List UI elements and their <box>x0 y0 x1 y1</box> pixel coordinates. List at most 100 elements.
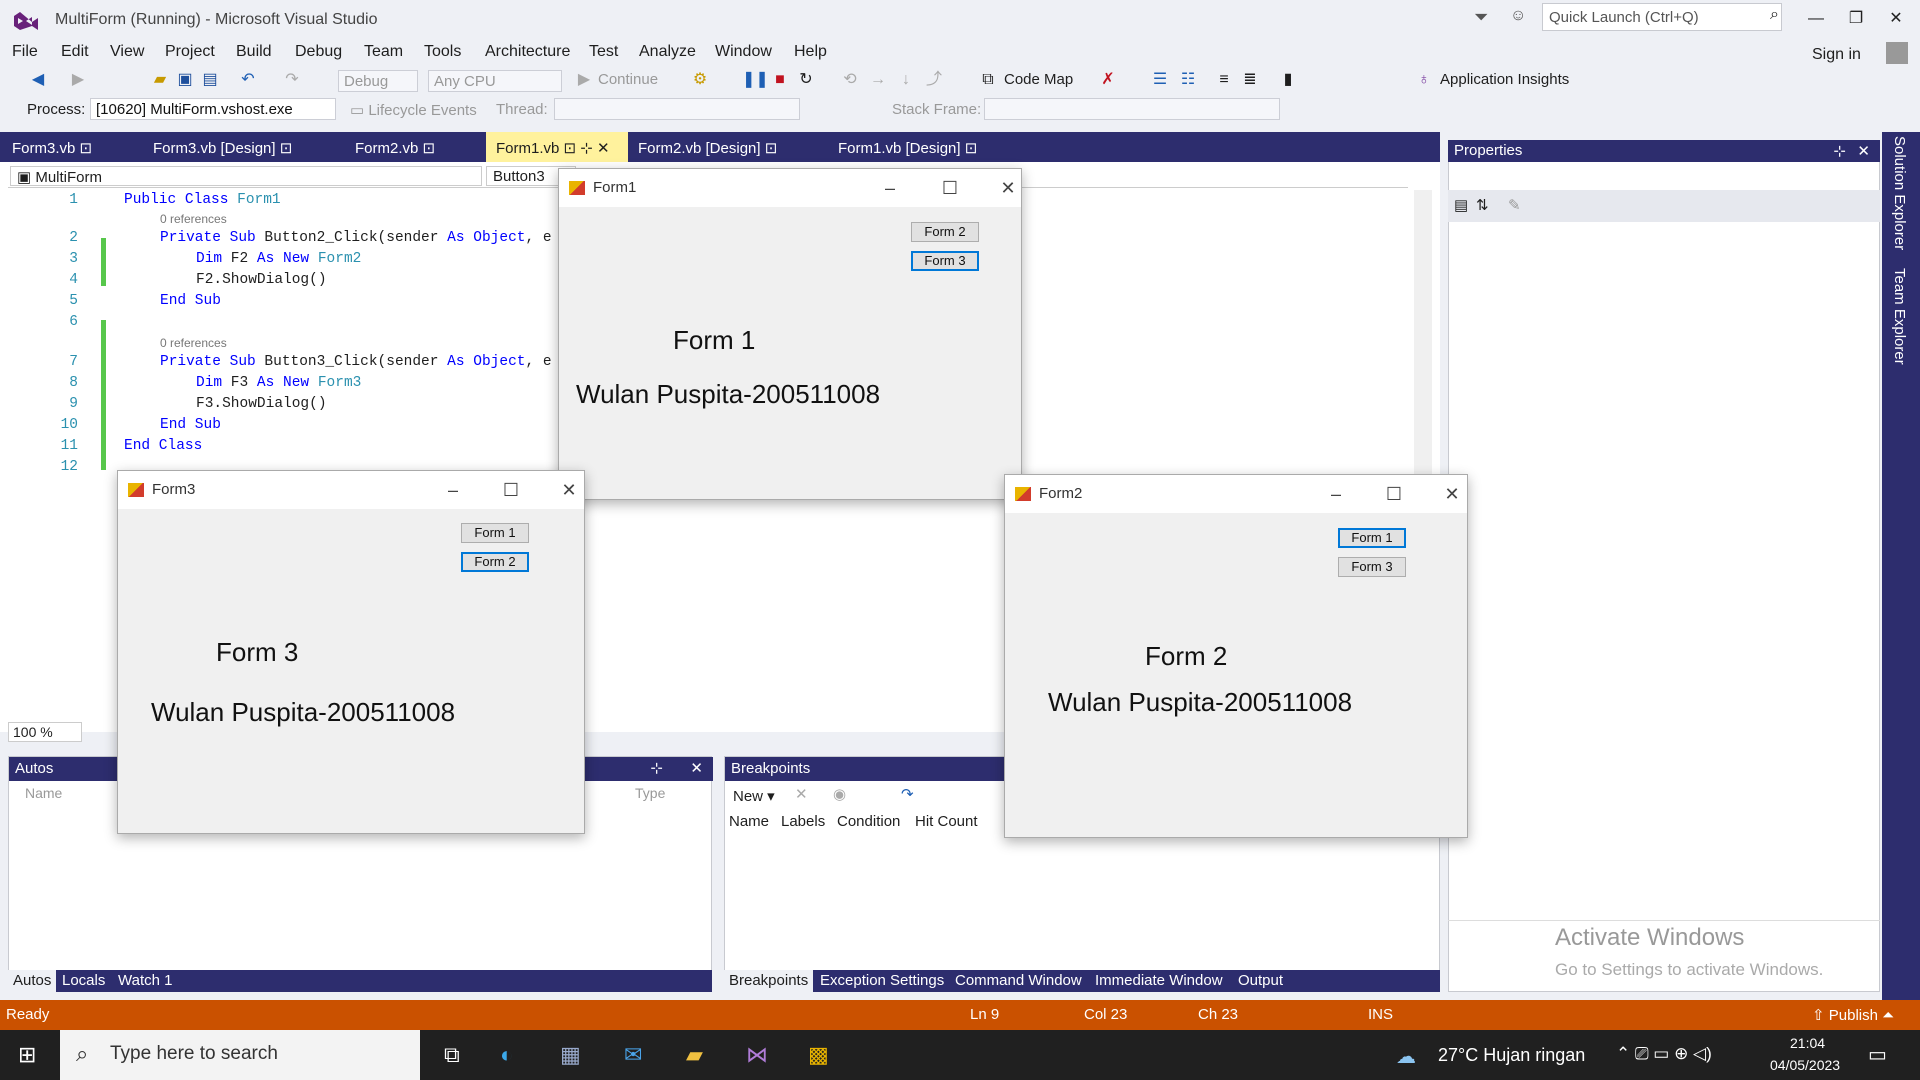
minimize-button[interactable]: – <box>873 175 907 201</box>
project-select[interactable]: ▣ MultiForm <box>10 166 482 186</box>
close-button[interactable]: ✕ <box>991 175 1025 201</box>
column-hit-count[interactable]: Hit Count <box>915 813 978 830</box>
close-button[interactable]: ✕ <box>1878 6 1914 32</box>
search-icon[interactable]: ⌕ <box>1770 6 1779 24</box>
store-icon[interactable]: ▦ <box>560 1042 581 1068</box>
bookmark-icon[interactable]: ▮ <box>1278 70 1298 90</box>
code-line[interactable]: F3.ShowDialog() <box>196 396 327 412</box>
back-icon[interactable]: ◀ <box>28 70 48 90</box>
form1-open-form2-button[interactable]: Form 2 <box>911 222 979 242</box>
sign-in-link[interactable]: Sign in <box>1812 46 1861 64</box>
menu-architecture[interactable]: Architecture <box>485 43 570 61</box>
code-lens[interactable]: 0 references <box>160 336 227 350</box>
open-folder-icon[interactable]: ▰ <box>150 70 170 90</box>
stack-frame-select[interactable] <box>984 98 1280 120</box>
menu-team[interactable]: Team <box>364 43 403 61</box>
tab-output[interactable]: Output <box>1238 972 1283 989</box>
menu-window[interactable]: Window <box>715 43 772 61</box>
form2-open-form1-button[interactable]: Form 1 <box>1338 528 1406 548</box>
tab-breakpoints[interactable]: Breakpoints <box>724 970 814 992</box>
code-line[interactable]: Private Sub Button3_Click(sender As Obje… <box>160 354 552 370</box>
undo-icon[interactable]: ↶ <box>238 70 258 90</box>
filter-icon[interactable]: ⏷ <box>1474 7 1488 28</box>
process-select[interactable]: [10620] MultiForm.vshost.exe <box>90 98 336 120</box>
form2-window[interactable]: Form2 – ☐ ✕ Form 1 Form 3 Form 2 Wulan P… <box>1004 474 1468 838</box>
file-explorer-icon[interactable]: ▰ <box>686 1042 703 1068</box>
tab-immediate-window[interactable]: Immediate Window <box>1095 972 1223 989</box>
clock-date[interactable]: 04/05/2023 <box>1770 1057 1840 1073</box>
code-line[interactable]: Dim F3 As New Form3 <box>196 375 361 391</box>
tab-team-explorer[interactable]: Team Explorer <box>1891 268 1908 365</box>
minimize-button[interactable]: — <box>1798 6 1834 32</box>
account-icon[interactable] <box>1886 42 1908 64</box>
notification-icon[interactable]: ▭ <box>1868 1042 1887 1067</box>
close-icon[interactable]: ✕ <box>690 759 703 777</box>
app-insights-button[interactable]: Application Insights <box>1440 71 1569 88</box>
task-view-icon[interactable]: ⧉ <box>444 1042 460 1068</box>
comment-icon[interactable]: ☰ <box>1150 70 1170 90</box>
step-into-icon[interactable]: → <box>868 70 888 90</box>
code-map-button[interactable]: Code Map <box>1004 71 1073 88</box>
tab-exception-settings[interactable]: Exception Settings <box>820 972 944 989</box>
menu-debug[interactable]: Debug <box>295 43 342 61</box>
thread-select[interactable] <box>554 98 800 120</box>
column-type[interactable]: Type <box>635 785 665 801</box>
categorized-icon[interactable]: ▤ <box>1454 196 1468 214</box>
close-button[interactable]: ✕ <box>552 477 586 503</box>
visual-studio-taskbar-icon[interactable]: ⋈ <box>746 1042 768 1068</box>
process-icon[interactable]: ⚙ <box>690 70 710 90</box>
code-line[interactable]: F2.ShowDialog() <box>196 272 327 288</box>
windows-start-icon[interactable]: ⊞ <box>18 1042 36 1068</box>
stop-icon[interactable]: ■ <box>770 70 790 90</box>
platform-select[interactable]: Any CPU <box>428 70 562 92</box>
mail-icon[interactable]: ✉ <box>624 1042 642 1068</box>
code-line[interactable]: Dim F2 As New Form2 <box>196 251 361 267</box>
menu-tools[interactable]: Tools <box>424 43 461 61</box>
maximize-button[interactable]: ☐ <box>933 175 967 201</box>
alphabetical-icon[interactable]: ⇅ <box>1476 196 1489 214</box>
column-labels[interactable]: Labels <box>781 813 825 830</box>
outdent-icon[interactable]: ≣ <box>1240 70 1260 90</box>
tab-form1-design[interactable]: Form1.vb [Design] ⊡ <box>828 132 987 162</box>
delete-icon[interactable]: ✕ <box>795 785 808 803</box>
restart-icon[interactable]: ↻ <box>796 70 816 90</box>
pause-icon[interactable]: ❚❚ <box>742 70 769 90</box>
tab-autos[interactable]: Autos <box>8 970 57 992</box>
maximize-button[interactable]: ☐ <box>494 477 528 503</box>
redo-icon[interactable]: ↷ <box>282 70 302 90</box>
close-icon[interactable]: ✕ <box>1857 142 1870 160</box>
menu-project[interactable]: Project <box>165 43 215 61</box>
lifecycle-events-button[interactable]: ▭ Lifecycle Events <box>350 101 477 119</box>
maximize-button[interactable]: ☐ <box>1377 481 1411 507</box>
restore-button[interactable]: ❐ <box>1838 6 1874 32</box>
weather-text[interactable]: 27°C Hujan ringan <box>1438 1045 1585 1066</box>
clock-time[interactable]: 21:04 <box>1790 1035 1825 1051</box>
code-line[interactable]: End Sub <box>160 293 221 309</box>
tab-form3-design[interactable]: Form3.vb [Design] ⊡ <box>143 132 302 162</box>
publish-button[interactable]: ⇧ Publish ⏶ <box>1812 1006 1894 1024</box>
menu-test[interactable]: Test <box>589 43 618 61</box>
pin-icon[interactable]: ⊹ <box>1833 142 1846 160</box>
save-all-icon[interactable]: ▤ <box>200 70 220 90</box>
step-over-icon[interactable]: ↓ <box>896 70 916 90</box>
feedback-icon[interactable]: ☺ <box>1510 7 1526 25</box>
menu-view[interactable]: View <box>110 43 144 61</box>
uncomment-icon[interactable]: ☷ <box>1178 70 1198 90</box>
diagnostics-icon[interactable]: ✗ <box>1098 70 1118 90</box>
indent-icon[interactable]: ≡ <box>1214 70 1234 90</box>
minimize-button[interactable]: – <box>436 477 470 503</box>
code-lens[interactable]: 0 references <box>160 212 227 226</box>
form1-window[interactable]: Form1 – ☐ ✕ Form 2 Form 3 Form 1 Wulan P… <box>558 168 1022 500</box>
tray-icons[interactable]: ⌃ ⎚ ▭ ⊕ ◁) <box>1616 1044 1712 1064</box>
new-breakpoint-button[interactable]: New ▾ <box>733 787 775 805</box>
form1-open-form3-button[interactable]: Form 3 <box>911 251 979 271</box>
forward-icon[interactable]: ▶ <box>68 70 88 90</box>
step-out-icon[interactable]: ⤴ <box>924 70 944 90</box>
form3-window[interactable]: Form3 – ☐ ✕ Form 1 Form 2 Form 3 Wulan P… <box>117 470 585 834</box>
continue-icon[interactable]: ▶ <box>574 70 594 90</box>
code-line[interactable]: End Sub <box>160 417 221 433</box>
go-to-source-icon[interactable]: ↷ <box>901 785 914 803</box>
column-name[interactable]: Name <box>25 785 62 801</box>
menu-build[interactable]: Build <box>236 43 272 61</box>
menu-edit[interactable]: Edit <box>61 43 89 61</box>
